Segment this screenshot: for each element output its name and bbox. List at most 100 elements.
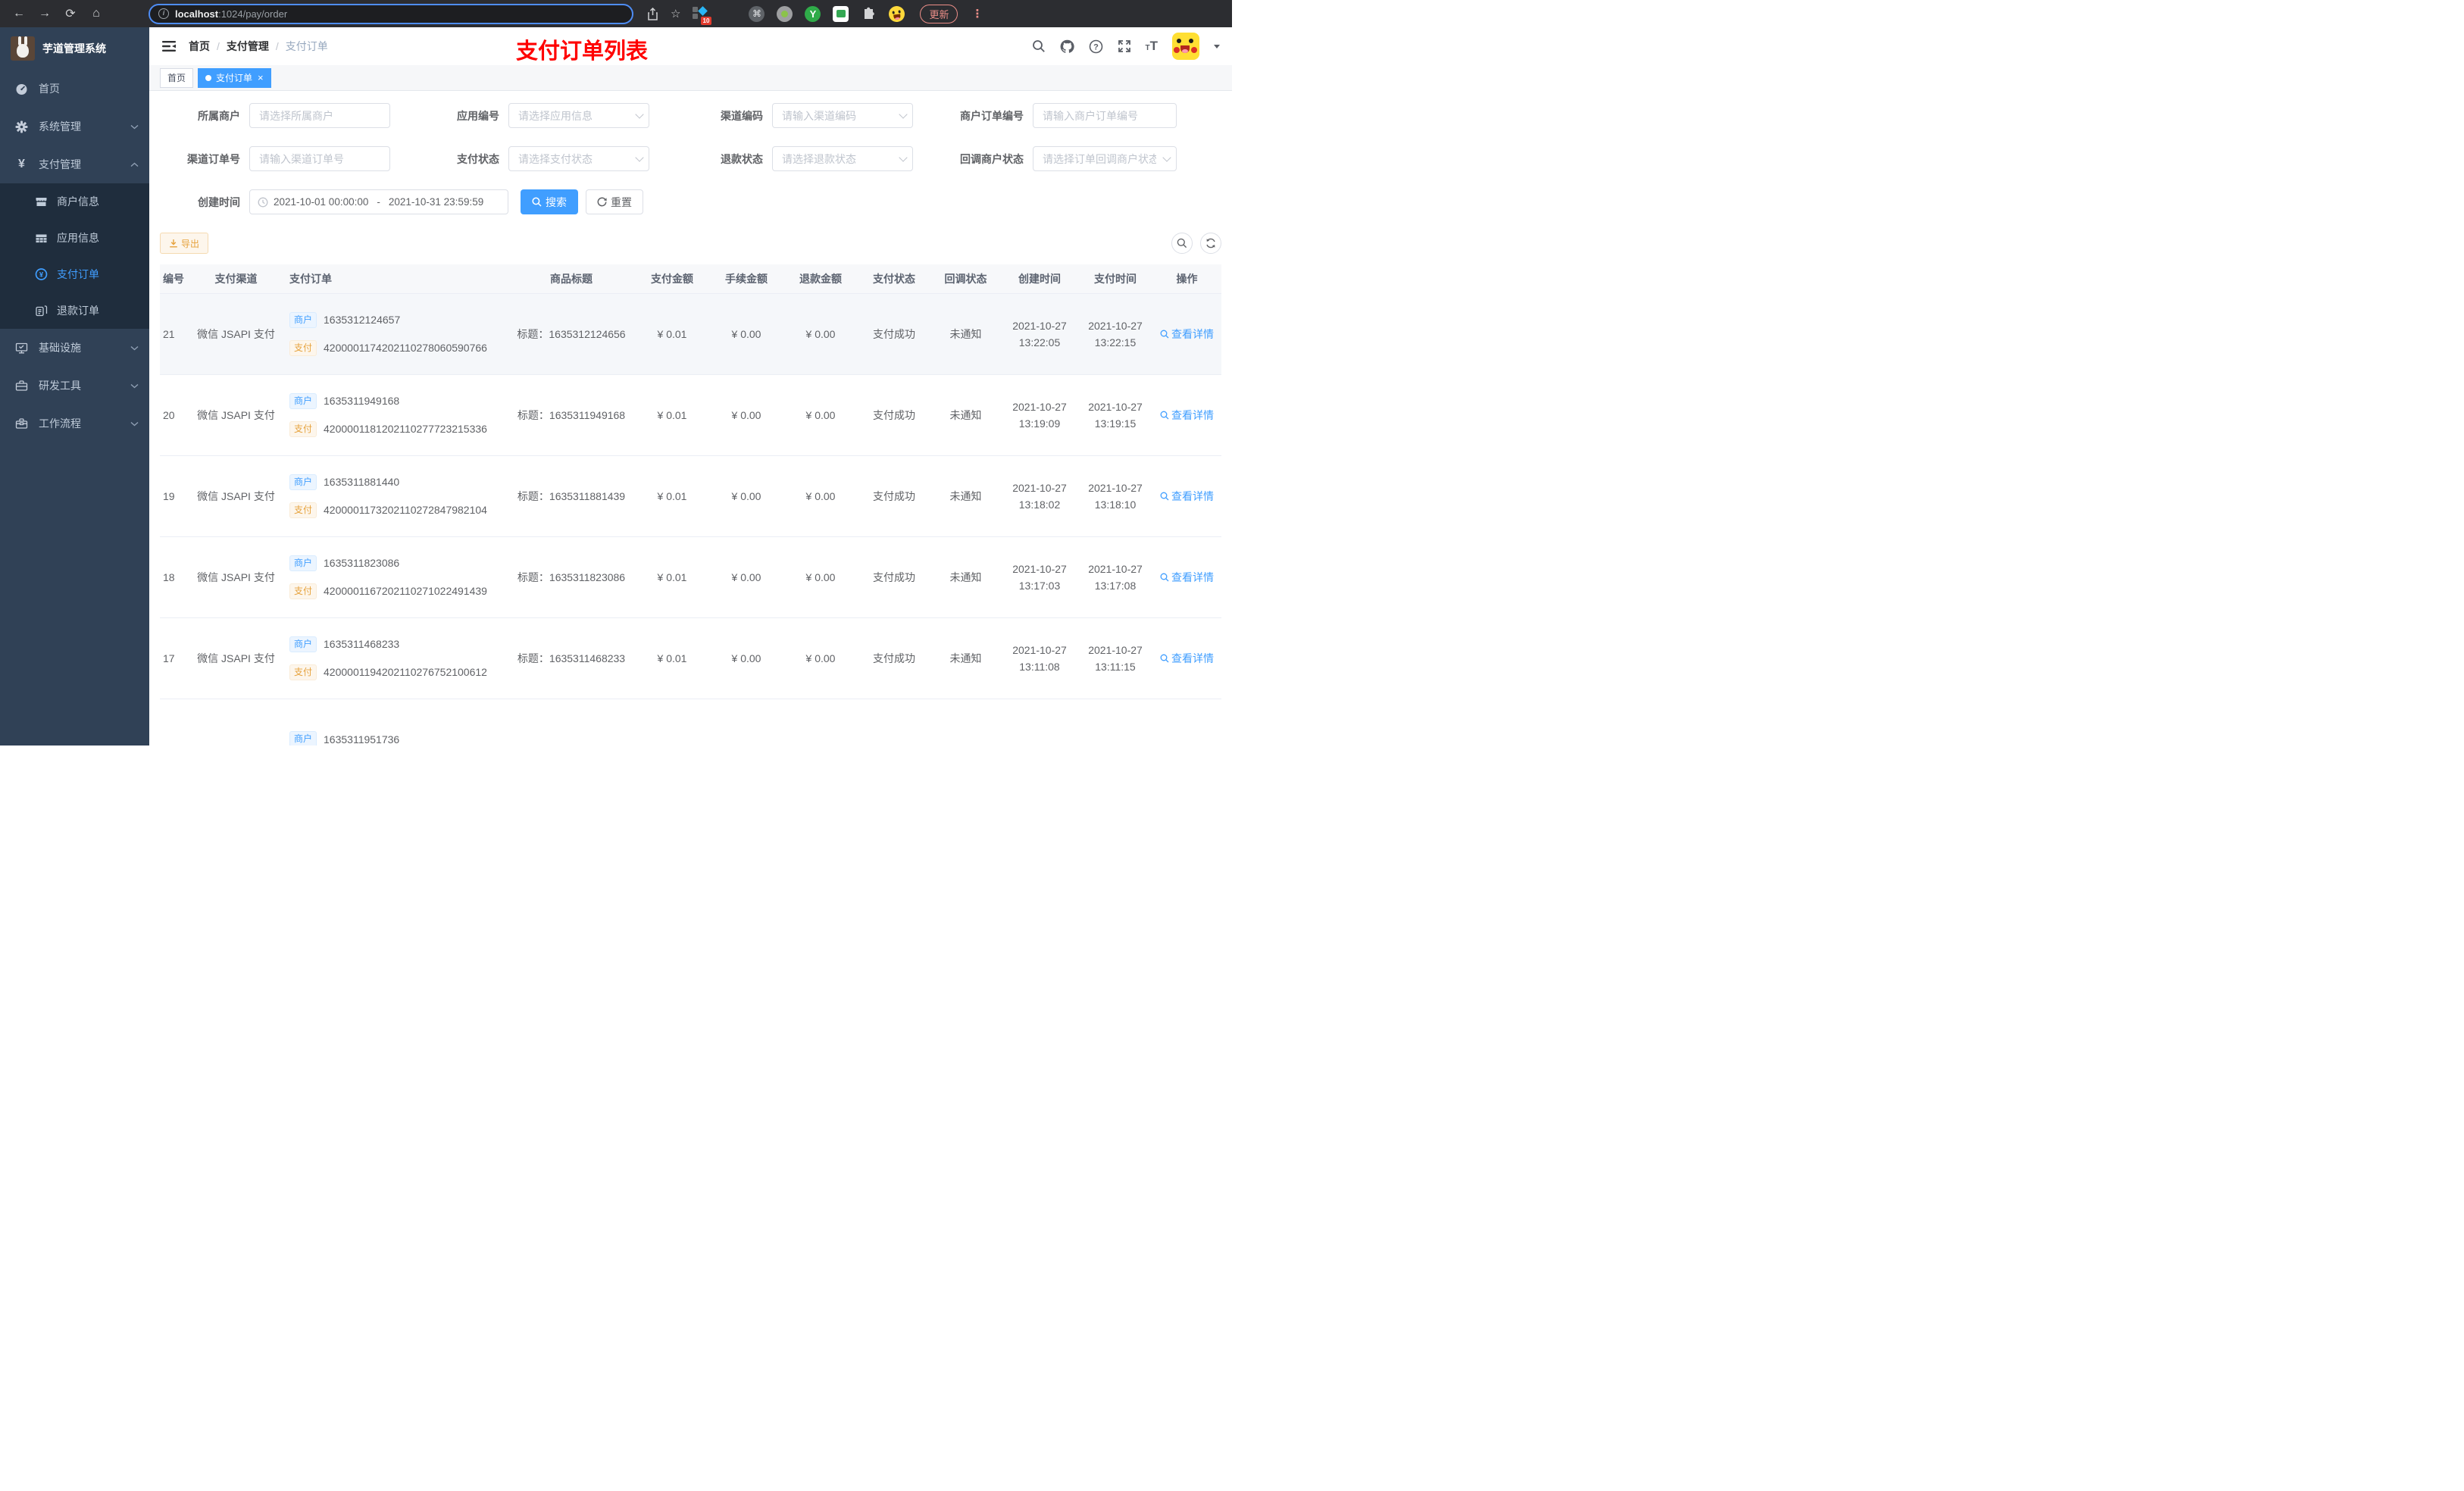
view-detail-link[interactable]: 查看详情 bbox=[1160, 408, 1214, 423]
extension-icon-kite[interactable] bbox=[721, 6, 736, 22]
cell-fee-amount: ¥ 0.00 bbox=[709, 455, 783, 537]
merchant-order-no: 1635311468233 bbox=[324, 638, 400, 650]
sidebar-item-system[interactable]: 系统管理 bbox=[0, 108, 149, 145]
col-fee-amount: 手续金额 bbox=[709, 264, 783, 294]
cell-pay-status: 支付成功 bbox=[858, 374, 930, 456]
help-icon[interactable]: ? bbox=[1089, 39, 1103, 54]
cell-create-time: 2021-10-27 13:17:03 bbox=[1001, 536, 1078, 618]
merchant-filter-input[interactable] bbox=[249, 103, 390, 128]
url-path: :1024/pay/order bbox=[218, 8, 288, 20]
refresh-table-button[interactable] bbox=[1200, 233, 1221, 254]
merchant-tag: 商户 bbox=[289, 392, 317, 409]
cell-title: 标题：1635311823086 bbox=[508, 536, 635, 618]
active-tag-dot bbox=[205, 74, 212, 81]
create-time-range-picker[interactable]: 2021-10-01 00:00:00 - 2021-10-31 23:59:5… bbox=[249, 189, 508, 214]
sidebar-item-app-info[interactable]: 应用信息 bbox=[0, 220, 149, 256]
extension-icon-chat[interactable] bbox=[833, 5, 849, 22]
cell-pay-status: 支付成功 bbox=[858, 293, 930, 375]
pay-status-filter-select[interactable] bbox=[508, 146, 649, 171]
cell-pay-time: 2021-10-27 13:11:15 bbox=[1078, 617, 1152, 699]
channel-order-no-filter-input[interactable] bbox=[249, 146, 390, 171]
table-row[interactable]: 19 微信 JSAPI 支付 商户 1635311881440 支付 4200001… bbox=[160, 455, 1221, 537]
browser-toolbar: ← → ⟳ ⌂ i localhost:1024/pay/order ☆ 10 … bbox=[0, 0, 1232, 27]
merchant-filter-label: 所属商户 bbox=[198, 109, 240, 122]
col-title: 商品标题 bbox=[508, 264, 635, 294]
table-row-partial[interactable]: 商户 1635311951736 bbox=[160, 699, 1221, 746]
col-pay-status: 支付状态 bbox=[858, 264, 930, 294]
merchant-order-no-filter-input[interactable] bbox=[1033, 103, 1177, 128]
search-icon bbox=[1160, 492, 1169, 500]
export-button[interactable]: 导出 bbox=[160, 233, 209, 254]
sidebar-toggle-icon[interactable] bbox=[161, 39, 177, 54]
show-search-button[interactable] bbox=[1171, 233, 1193, 254]
browser-menu-icon[interactable]: ⋮ bbox=[971, 7, 983, 20]
extension-icon-grid[interactable]: 10 bbox=[693, 5, 712, 25]
view-detail-link[interactable]: 查看详情 bbox=[1160, 570, 1214, 585]
cell-actions: 查看详情 bbox=[1152, 374, 1221, 456]
browser-update-button[interactable]: 更新 bbox=[920, 4, 958, 23]
view-detail-link[interactable]: 查看详情 bbox=[1160, 489, 1214, 504]
sidebar-item-refund-order[interactable]: 退款订单 bbox=[0, 292, 149, 329]
browser-forward-button[interactable]: → bbox=[35, 7, 55, 20]
search-button[interactable]: 搜索 bbox=[521, 189, 578, 214]
cell-channel: 微信 JSAPI 支付 bbox=[186, 536, 286, 618]
browser-reload-button[interactable]: ⟳ bbox=[61, 6, 80, 21]
merchant-tag: 商户 bbox=[289, 731, 317, 746]
extension-icon-y[interactable]: Y bbox=[805, 5, 821, 22]
table-row[interactable]: 18 微信 JSAPI 支付 商户 1635311823086 支付 4200001… bbox=[160, 536, 1221, 618]
tag-home[interactable]: 首页 bbox=[160, 67, 194, 88]
cell-order: 商户 1635312124657 支付 4200001174202110278060… bbox=[286, 293, 508, 375]
browser-back-button[interactable]: ← bbox=[9, 7, 29, 20]
tag-label: 支付订单 bbox=[216, 73, 253, 83]
sidebar-item-devtools[interactable]: 研发工具 bbox=[0, 367, 149, 405]
refund-status-filter-select[interactable] bbox=[772, 146, 913, 171]
github-icon[interactable] bbox=[1060, 39, 1074, 54]
site-info-icon[interactable]: i bbox=[158, 8, 169, 19]
callback-status-filter-select[interactable] bbox=[1033, 146, 1177, 171]
browser-home-button[interactable]: ⌂ bbox=[86, 7, 106, 20]
cell-pay-amount: ¥ 0.01 bbox=[635, 455, 709, 537]
reset-button[interactable]: 重置 bbox=[586, 189, 643, 214]
fullscreen-icon[interactable] bbox=[1118, 39, 1131, 53]
address-bar[interactable]: i localhost:1024/pay/order bbox=[149, 3, 633, 24]
extension-icon-record[interactable] bbox=[777, 5, 793, 22]
sidebar-item-merchant-info[interactable]: 商户信息 bbox=[0, 183, 149, 220]
app-filter-select[interactable] bbox=[508, 103, 649, 128]
view-detail-link[interactable]: 查看详情 bbox=[1160, 651, 1214, 666]
cell-refund-amount: ¥ 0.00 bbox=[783, 455, 858, 537]
cell-channel: 微信 JSAPI 支付 bbox=[186, 455, 286, 537]
extension-icon-command[interactable]: ⌘ bbox=[749, 5, 765, 22]
sidebar-item-infra[interactable]: 基础设施 bbox=[0, 329, 149, 367]
font-size-icon[interactable]: TT bbox=[1146, 39, 1159, 54]
sidebar-item-pay[interactable]: ¥ 支付管理 bbox=[0, 145, 149, 183]
sidebar-item-pay-order[interactable]: ¥ 支付订单 bbox=[0, 256, 149, 292]
breadcrumb-section[interactable]: 支付管理 bbox=[227, 39, 269, 54]
cell-channel: 微信 JSAPI 支付 bbox=[186, 617, 286, 699]
search-icon[interactable] bbox=[1032, 39, 1046, 53]
table-row[interactable]: 21 微信 JSAPI 支付 商户 1635312124657 支付 4200001… bbox=[160, 293, 1221, 375]
avatar-caret-icon[interactable] bbox=[1214, 44, 1220, 48]
share-icon[interactable] bbox=[647, 7, 658, 20]
user-avatar[interactable] bbox=[1172, 33, 1199, 60]
tag-pay-order[interactable]: 支付订单 × bbox=[198, 67, 271, 88]
sidebar-item-label: 系统管理 bbox=[39, 120, 81, 133]
cell-pay-time: 2021-10-27 13:19:15 bbox=[1078, 374, 1152, 456]
cell-create-time: 2021-10-27 13:18:02 bbox=[1001, 455, 1078, 537]
table-row[interactable]: 17 微信 JSAPI 支付 商户 1635311468233 支付 4200001… bbox=[160, 617, 1221, 699]
sidebar-item-workflow[interactable]: 工作流程 bbox=[0, 405, 149, 442]
bookmark-star-icon[interactable]: ☆ bbox=[671, 7, 680, 20]
extensions-puzzle-icon[interactable] bbox=[861, 6, 877, 22]
sidebar-item-home[interactable]: 首页 bbox=[0, 70, 149, 108]
close-icon[interactable]: × bbox=[258, 73, 264, 83]
briefcase-icon bbox=[15, 417, 28, 430]
table-row[interactable]: 20 微信 JSAPI 支付 商户 1635311949168 支付 4200001… bbox=[160, 374, 1221, 456]
col-refund-amount: 退款金额 bbox=[783, 264, 858, 294]
refund-status-filter-label: 退款状态 bbox=[721, 152, 763, 165]
page-title: 支付订单列表 bbox=[516, 39, 649, 64]
create-time-filter-label: 创建时间 bbox=[198, 195, 240, 208]
view-detail-link[interactable]: 查看详情 bbox=[1160, 327, 1214, 342]
cell-notify-status: 未通知 bbox=[930, 374, 1001, 456]
profile-emoji-avatar[interactable] bbox=[888, 5, 906, 23]
channel-code-filter-select[interactable] bbox=[772, 103, 913, 128]
breadcrumb-home[interactable]: 首页 bbox=[189, 39, 210, 54]
